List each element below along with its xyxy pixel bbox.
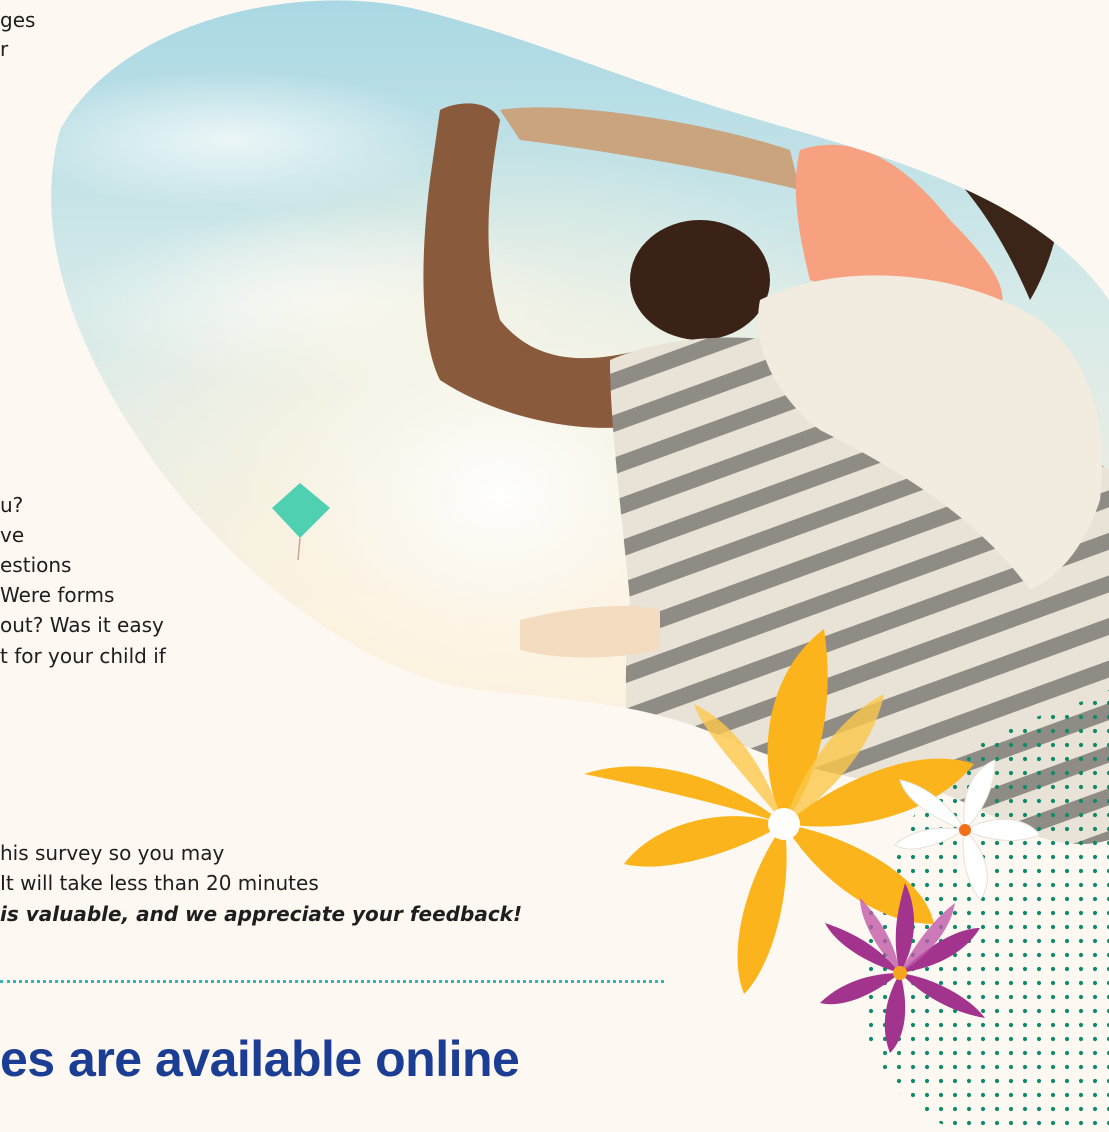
survey-line-2: It will take less than 20 minutes [0,871,319,895]
section-headline: es are available online [0,1031,520,1087]
question-line-1: u? [0,493,24,517]
question-line-5: out? Was it easy [0,613,164,637]
question-line-3: estions [0,553,72,577]
parent-child-photo [51,0,1109,1132]
question-line-4: Were forms [0,583,115,607]
intro-line-2: r [0,37,9,61]
intro-line-1: ges [0,8,36,32]
question-line-2: ve [0,523,25,547]
survey-line-1: his survey so you may [0,841,225,865]
dotted-divider [0,980,664,983]
survey-emphasis-line: is valuable, and we appreciate your feed… [0,902,523,926]
question-line-6: t for your child if [0,644,166,668]
document-page: ges r u? ve estions Were forms out? Was … [0,0,1109,1132]
